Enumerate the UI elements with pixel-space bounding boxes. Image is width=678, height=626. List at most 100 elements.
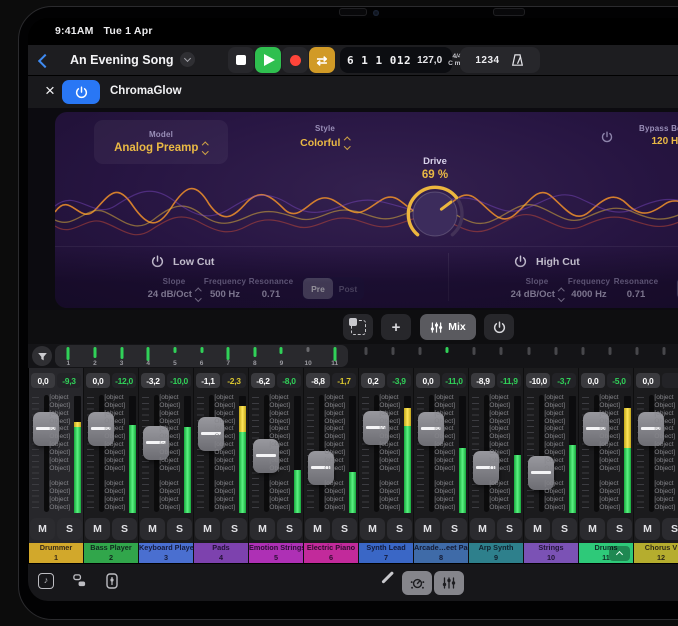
lcd-display[interactable]: 6 1 1 012 127,0 4/4 C maj In Out MIDI: [340, 47, 452, 73]
volume-readout[interactable]: 0,0: [31, 373, 55, 388]
volume-readout[interactable]: 0,0: [636, 373, 660, 388]
mute-button[interactable]: M: [140, 518, 165, 540]
solo-button[interactable]: S: [167, 518, 192, 540]
bypass-power-button[interactable]: [601, 130, 613, 148]
overview-offscreen-channels[interactable]: [352, 345, 678, 367]
screen: 9:41AMTue 1 Apr An Evening Song ⇄ 6 1 1 …: [28, 18, 678, 601]
track-name-label[interactable]: Arcade…eet Pad 8: [414, 543, 468, 563]
model-selector[interactable]: Model Analog Preamp: [94, 120, 228, 164]
solo-button[interactable]: S: [607, 518, 632, 540]
solo-button[interactable]: S: [112, 518, 137, 540]
close-icon[interactable]: ×: [40, 81, 60, 101]
track-name-label[interactable]: Emotion Strings 5: [249, 543, 303, 563]
peak-readout[interactable]: -5,0: [607, 373, 631, 388]
mute-button[interactable]: M: [195, 518, 220, 540]
solo-button[interactable]: S: [277, 518, 302, 540]
overview-channel: 5: [162, 345, 189, 367]
back-button[interactable]: [40, 53, 56, 69]
mute-button[interactable]: M: [85, 518, 110, 540]
track-name-label[interactable]: Pads 4: [194, 543, 248, 563]
fader-track[interactable]: [209, 395, 214, 512]
solo-button[interactable]: S: [57, 518, 82, 540]
style-selector[interactable]: Style Colorful: [260, 124, 390, 149]
mute-button[interactable]: M: [470, 518, 495, 540]
track-name-label[interactable]: Strings 10: [524, 543, 578, 563]
volume-readout[interactable]: 0,0: [86, 373, 110, 388]
peak-readout[interactable]: -9,3: [57, 373, 81, 388]
stack-collapse-button[interactable]: [609, 546, 630, 561]
volume-readout[interactable]: -10,0: [526, 373, 550, 388]
browser-button[interactable]: ♪: [38, 573, 54, 589]
overview-channel: [624, 345, 651, 367]
song-title-menu[interactable]: An Evening Song: [70, 52, 195, 67]
filter-icon: [37, 351, 48, 362]
track-name-label[interactable]: Electric Piano 6: [304, 543, 358, 563]
solo-button[interactable]: S: [332, 518, 357, 540]
solo-button[interactable]: S: [222, 518, 247, 540]
bypass-below-control[interactable]: Bypass Below 120 Hz: [639, 124, 678, 147]
solo-button[interactable]: S: [497, 518, 522, 540]
peak-readout[interactable]: -1,7: [332, 373, 356, 388]
record-button[interactable]: [282, 47, 308, 73]
mute-button[interactable]: M: [305, 518, 330, 540]
volume-readout[interactable]: -3,2: [141, 373, 165, 388]
track-name-label[interactable]: Drummer 1: [29, 543, 83, 563]
overview-channel: [597, 345, 624, 367]
track-name-label[interactable]: Bass Player 2: [84, 543, 138, 563]
volume-readout[interactable]: -6,2: [251, 373, 275, 388]
peak-readout[interactable]: [662, 373, 678, 388]
mute-button[interactable]: M: [525, 518, 550, 540]
play-button[interactable]: [255, 47, 281, 73]
volume-readout[interactable]: 0,0: [581, 373, 605, 388]
volume-readout[interactable]: -8,9: [471, 373, 495, 388]
peak-readout[interactable]: -11,0: [442, 373, 466, 388]
track-name-label[interactable]: Arp Synth 9: [469, 543, 523, 563]
track-name-label[interactable]: Keyboard Player 3: [139, 543, 193, 563]
volume-readout[interactable]: 0,2: [361, 373, 385, 388]
fader-track[interactable]: [539, 395, 544, 512]
mix-view-button[interactable]: Mix: [420, 314, 476, 340]
routing-button[interactable]: [72, 573, 87, 588]
metronome-icon[interactable]: [510, 53, 525, 68]
drive-knob[interactable]: [403, 182, 467, 246]
peak-readout[interactable]: -8,0: [277, 373, 301, 388]
solo-button[interactable]: S: [442, 518, 467, 540]
edit-button[interactable]: [380, 576, 395, 579]
add-plugin-button[interactable]: +: [381, 314, 411, 340]
overview-visible-range[interactable]: 1 2 3 4 5: [55, 345, 348, 367]
fader-zone: [object Object][object Object][object Ob…: [359, 392, 413, 515]
cycle-button[interactable]: ⇄: [309, 47, 335, 73]
track-name-label[interactable]: Drums 11: [579, 543, 633, 563]
peak-readout[interactable]: -3,7: [552, 373, 576, 388]
solo-button[interactable]: S: [662, 518, 678, 540]
meter-scale-number: [object Object]: [379, 425, 400, 441]
volume-readout[interactable]: -1,1: [196, 373, 220, 388]
mute-button[interactable]: M: [30, 518, 55, 540]
paste-button[interactable]: [343, 314, 373, 340]
peak-readout[interactable]: -12,0: [112, 373, 136, 388]
controls-view-button[interactable]: [402, 571, 432, 595]
mixer-view-button[interactable]: [434, 571, 464, 595]
mute-button[interactable]: M: [635, 518, 660, 540]
mute-button[interactable]: M: [580, 518, 605, 540]
plugin-power-button[interactable]: [62, 80, 100, 104]
stop-button[interactable]: [228, 47, 254, 73]
mute-button[interactable]: M: [415, 518, 440, 540]
mute-button[interactable]: M: [360, 518, 385, 540]
peak-readout[interactable]: -10,0: [167, 373, 191, 388]
peak-readout[interactable]: -11,9: [497, 373, 521, 388]
channel-strip-view-button[interactable]: [106, 573, 118, 589]
channel-power-button[interactable]: [484, 314, 514, 340]
volume-readout[interactable]: -8,8: [306, 373, 330, 388]
track-name-label[interactable]: Synth Lead 7: [359, 543, 413, 563]
volume-readout[interactable]: 0,0: [416, 373, 440, 388]
solo-button[interactable]: S: [552, 518, 577, 540]
peak-readout[interactable]: -3,9: [387, 373, 411, 388]
overview-channel: [379, 345, 406, 367]
peak-readout[interactable]: -2,3: [222, 373, 246, 388]
filter-button[interactable]: [32, 346, 52, 366]
count-in-button[interactable]: 1234: [475, 55, 499, 66]
track-name-label[interactable]: Chorus V 12: [634, 543, 678, 563]
mute-button[interactable]: M: [250, 518, 275, 540]
solo-button[interactable]: S: [387, 518, 412, 540]
